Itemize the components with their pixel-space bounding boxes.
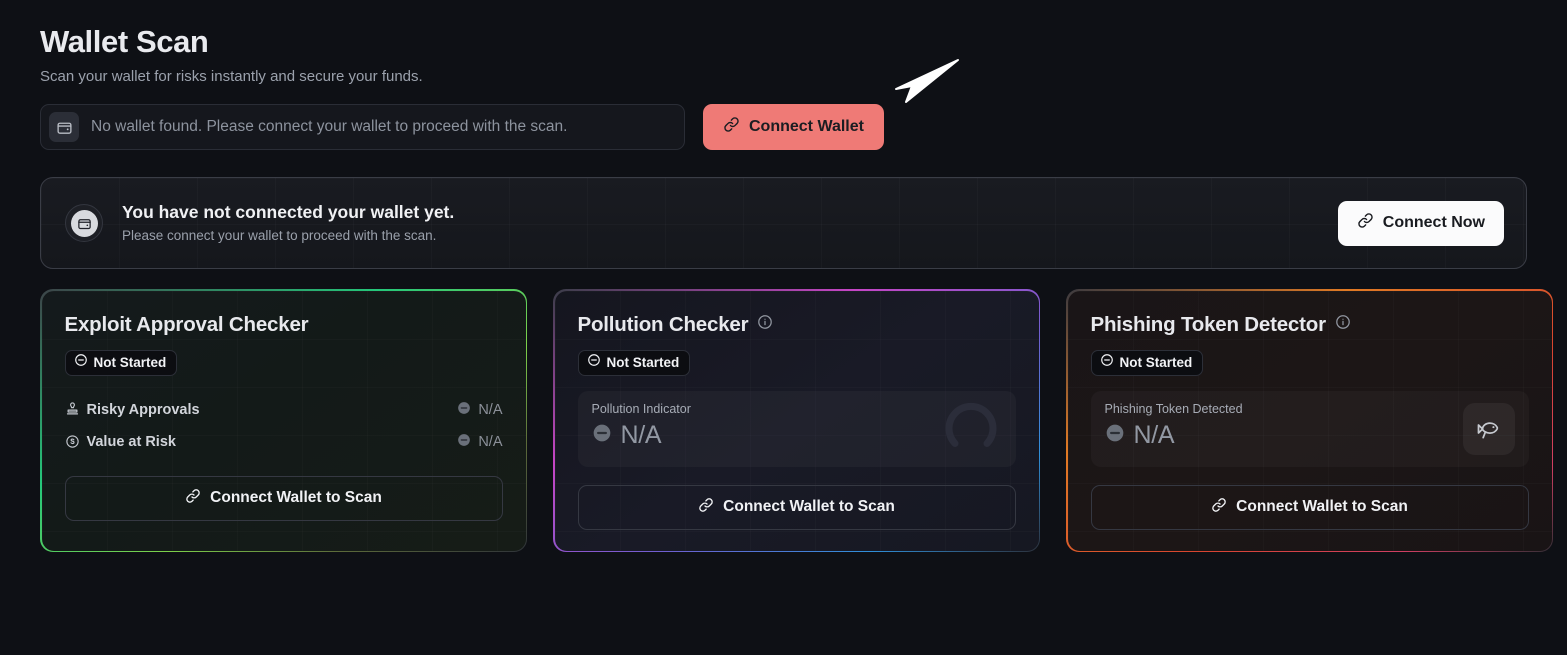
- status-badge-label: Not Started: [93, 355, 167, 370]
- status-badge-label: Not Started: [1119, 355, 1193, 370]
- status-badge-label: Not Started: [606, 355, 680, 370]
- wallet-scan-page: Wallet Scan Scan your wallet for risks i…: [0, 0, 1567, 655]
- metric-row: Value at Risk N/A: [65, 426, 503, 458]
- metric-label: Value at Risk: [86, 433, 176, 450]
- card-exploit-approval-checker: Exploit Approval Checker Not Started Ris…: [40, 289, 527, 552]
- connect-wallet-to-scan-button[interactable]: Connect Wallet to Scan: [577, 484, 1016, 530]
- circle-minus-icon: [1100, 353, 1114, 372]
- wallet-not-connected-banner: You have not connected your wallet yet. …: [40, 177, 1527, 269]
- connect-wallet-to-scan-button[interactable]: Connect Wallet to Scan: [64, 475, 503, 521]
- page-subtitle: Scan your wallet for risks instantly and…: [40, 68, 423, 85]
- panel-value-row: N/A: [1105, 421, 1515, 450]
- card-phishing-token-detector: Phishing Token Detector Not Started Phis…: [1066, 289, 1553, 552]
- connect-wallet-to-scan-button[interactable]: Connect Wallet to Scan: [1090, 484, 1529, 530]
- wallet-connect-row: No wallet found. Please connect your wal…: [40, 104, 1527, 150]
- gauge-arc-icon: [940, 395, 1002, 462]
- panel-value: N/A: [620, 420, 662, 449]
- circle-dash-icon: [592, 423, 612, 448]
- dollar-circle-icon: [65, 434, 87, 449]
- info-icon[interactable]: [1335, 314, 1351, 335]
- circle-dash-icon: [457, 433, 471, 451]
- card-header: Pollution Checker: [578, 313, 1016, 337]
- connect-wallet-button[interactable]: Connect Wallet: [703, 104, 884, 150]
- card-header: Phishing Token Detector: [1091, 313, 1529, 337]
- panel-label: Phishing Token Detected: [1104, 401, 1243, 416]
- wallet-icon: [70, 209, 98, 237]
- banner-wallet-icon: [65, 204, 103, 242]
- info-icon[interactable]: [757, 314, 773, 335]
- circle-dash-icon: [457, 401, 471, 419]
- metric-list: Risky Approvals N/A Value at Risk N/A: [65, 394, 503, 458]
- card-title: Phishing Token Detector: [1090, 312, 1327, 336]
- fish-icon-tile: [1462, 402, 1515, 455]
- metric-row: Risky Approvals N/A: [65, 394, 503, 426]
- status-badge: Not Started: [1090, 349, 1204, 376]
- wallet-icon: [49, 112, 79, 142]
- link-icon: [723, 116, 740, 138]
- status-badge: Not Started: [64, 349, 178, 376]
- scan-button-label: Connect Wallet to Scan: [723, 498, 895, 515]
- wallet-field-text: No wallet found. Please connect your wal…: [91, 118, 568, 135]
- page-title: Wallet Scan: [40, 24, 209, 59]
- metric-value-text: N/A: [478, 401, 503, 418]
- stamp-icon: [65, 402, 87, 417]
- metric-value-text: N/A: [478, 433, 503, 450]
- banner-text-block: You have not connected your wallet yet. …: [122, 200, 1338, 246]
- wallet-address-field[interactable]: No wallet found. Please connect your wal…: [40, 104, 685, 150]
- connect-wallet-label: Connect Wallet: [749, 118, 864, 135]
- phishing-token-panel: Phishing Token Detected N/A: [1091, 391, 1529, 467]
- scan-button-label: Connect Wallet to Scan: [1236, 498, 1408, 515]
- link-icon: [1357, 212, 1374, 234]
- card-title: Exploit Approval Checker: [64, 312, 309, 336]
- metric-value: N/A: [457, 433, 503, 451]
- banner-subtitle: Please connect your wallet to proceed wi…: [122, 228, 437, 243]
- scanner-cards: Exploit Approval Checker Not Started Ris…: [40, 289, 1553, 552]
- link-icon: [185, 488, 201, 509]
- link-icon: [1211, 497, 1227, 518]
- circle-dash-icon: [1105, 423, 1125, 448]
- metric-value: N/A: [457, 401, 503, 419]
- card-pollution-checker: Pollution Checker Not Started Pollution …: [553, 289, 1040, 552]
- card-header: Exploit Approval Checker: [65, 313, 503, 337]
- connect-now-label: Connect Now: [1382, 214, 1485, 231]
- metric-label: Risky Approvals: [86, 401, 200, 418]
- connect-now-button[interactable]: Connect Now: [1337, 200, 1504, 246]
- card-title: Pollution Checker: [577, 312, 749, 336]
- fish-icon: [1462, 402, 1515, 455]
- pollution-indicator-panel: Pollution Indicator N/A: [578, 391, 1016, 467]
- link-icon: [698, 497, 714, 518]
- status-badge: Not Started: [577, 349, 691, 376]
- panel-value: N/A: [1133, 420, 1175, 449]
- circle-minus-icon: [74, 353, 88, 372]
- circle-minus-icon: [587, 353, 601, 372]
- scan-button-label: Connect Wallet to Scan: [210, 489, 382, 506]
- banner-title: You have not connected your wallet yet.: [122, 202, 455, 222]
